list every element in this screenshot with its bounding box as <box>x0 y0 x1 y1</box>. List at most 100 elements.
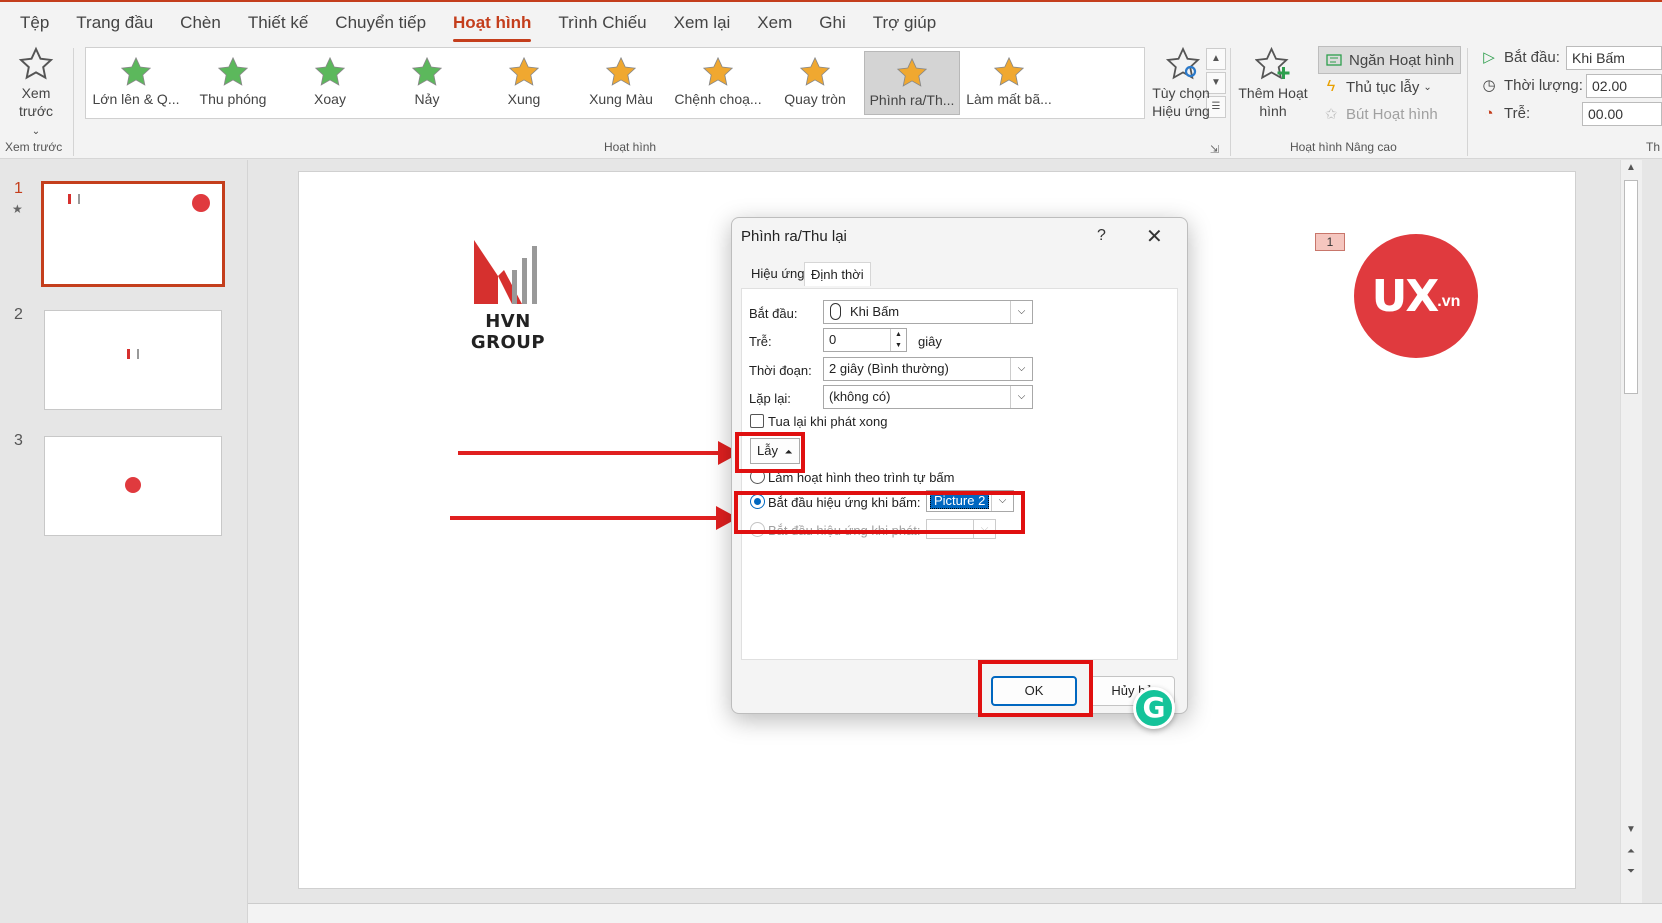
menu-tab[interactable]: Chuyển tiếp <box>335 9 426 37</box>
repeat-select-value: (không có) <box>829 389 891 404</box>
menu-tab[interactable]: Thiết kế <box>248 9 308 37</box>
help-icon[interactable]: ? <box>1097 227 1106 245</box>
animation-star-icon: ★ <box>12 202 23 216</box>
delay-label: Trễ: <box>749 334 772 349</box>
start-select[interactable]: Khi Bấm ⌵ <box>823 300 1033 324</box>
animation-star-icon <box>508 56 540 86</box>
animation-star-icon <box>993 56 1025 86</box>
menu-tab[interactable]: Hoạt hình <box>453 9 532 42</box>
gallery-item[interactable]: Lớn lên & Q... <box>88 51 184 115</box>
animation-star-icon <box>702 56 734 86</box>
hvn-logo-mark-icon <box>474 240 537 304</box>
animation-star-icon <box>217 56 249 86</box>
timing-delay-row: ◔ Trễ: <box>1480 104 1530 122</box>
gallery-item-label: Quay tròn <box>784 91 846 107</box>
effect-options-button[interactable]: Tùy chọn Hiệu ứng <box>1148 46 1218 120</box>
gallery-item[interactable]: Phình ra/Th... <box>864 51 960 115</box>
repeat-select[interactable]: (không có) ⌵ <box>823 385 1033 409</box>
animation-star-icon <box>314 56 346 86</box>
duration-select[interactable]: 2 giây (Bình thường) ⌵ <box>823 357 1033 381</box>
delay-clock-icon: ◔ <box>1484 104 1494 122</box>
slide-thumbnail-2[interactable] <box>44 310 222 410</box>
animation-star-icon <box>411 56 443 86</box>
gallery-item[interactable]: Chệnh choạ... <box>670 51 766 115</box>
gallery-item[interactable]: Làm mất bã... <box>961 51 1057 115</box>
menu-tab[interactable]: Trợ giúp <box>873 9 936 37</box>
scrollbar-thumb[interactable] <box>1624 180 1638 394</box>
animation-pane-button[interactable]: Ngăn Hoạt hình <box>1318 46 1462 74</box>
highlight-triggers <box>735 432 805 473</box>
gallery-item-label: Nảy <box>414 91 440 107</box>
scroll-down-icon[interactable]: ▼ <box>1623 824 1639 835</box>
gallery-item-label: Xung Màu <box>589 91 653 107</box>
ux-vn-logo[interactable]: UX .vn <box>1354 234 1478 358</box>
gallery-item-label: Xung <box>507 91 541 107</box>
menu-tab[interactable]: Trình Chiếu <box>558 9 646 37</box>
ux-logo-mini-icon <box>125 477 141 493</box>
tab-timing[interactable]: Định thời <box>804 262 871 286</box>
gallery-item[interactable]: Xoay <box>282 51 378 115</box>
chevron-down-icon: ⌄ <box>1423 81 1432 93</box>
animation-star-icon <box>120 56 152 86</box>
timing-duration-input[interactable]: 02.00 <box>1586 74 1662 98</box>
repeat-label: Lặp lại: <box>749 391 791 406</box>
group-label-advanced: Hoạt hình Nâng cao <box>1290 140 1397 154</box>
vertical-scrollbar[interactable]: ▲ ▼ ⏶ ⏷ <box>1620 160 1642 903</box>
trigger-button[interactable]: ϟ Thủ tục lẫy ⌄ <box>1322 78 1432 96</box>
start-label: Bắt đầu: <box>749 306 798 321</box>
menu-tab[interactable]: Xem <box>757 9 792 37</box>
menu-tab[interactable]: Trang đầu <box>76 9 153 37</box>
preview-button[interactable]: Xem trước ⌄ <box>6 46 66 141</box>
play-icon: ▷ <box>1483 49 1495 66</box>
gallery-item[interactable]: Quay tròn <box>767 51 863 115</box>
preview-label: Xem trước <box>18 85 54 119</box>
gallery-item[interactable]: Nảy <box>379 51 475 115</box>
slide-thumbnail-1[interactable] <box>41 181 225 287</box>
mouse-icon <box>830 303 841 320</box>
add-animation-button[interactable]: Thêm Hoạt hình <box>1238 46 1308 120</box>
next-slide-icon[interactable]: ⏷ <box>1623 866 1639 877</box>
animation-star-icon <box>896 57 928 87</box>
menu-tab[interactable]: Xem lại <box>674 9 731 37</box>
add-animation-label: Thêm Hoạt hình <box>1238 85 1308 119</box>
group-label-preview: Xem trước <box>5 140 63 154</box>
slide-number-1: 1 <box>14 180 23 197</box>
delay-input[interactable]: 0 ▲ ▼ <box>823 328 907 352</box>
chevron-down-icon: ⌵ <box>1010 358 1032 380</box>
menu-bar: Tệp Trang đầu Chèn Thiết kế Chuyển tiếp Hoạt … <box>0 0 1662 44</box>
tab-effect[interactable]: Hiệu ứng <box>745 262 811 285</box>
chevron-down-icon: ⌵ <box>1010 386 1032 408</box>
animation-gallery: ▲ ▼ ☰ Lớn lên & Q... Thu phóng Xoay Nảy Xung… <box>85 47 1226 119</box>
animation-star-icon <box>605 56 637 86</box>
slide-thumbnail-3[interactable] <box>44 436 222 536</box>
scroll-up-icon[interactable]: ▲ <box>1623 162 1639 173</box>
prev-slide-icon[interactable]: ⏶ <box>1623 846 1639 857</box>
timing-duration-row: ◷ Thời lượng: <box>1480 76 1583 95</box>
grammarly-icon[interactable]: G <box>1133 687 1175 729</box>
animation-order-tag: 1 <box>1315 233 1345 251</box>
menu-tab[interactable]: Tệp <box>20 9 49 37</box>
hvn-group-text: HVN GROUP <box>470 311 546 353</box>
animation-star-icon <box>799 56 831 86</box>
hvn-group-logo[interactable]: HVN GROUP <box>448 240 568 353</box>
animation-pane-icon <box>1325 51 1343 69</box>
gallery-item[interactable]: Xung Màu <box>573 51 669 115</box>
menu-tab[interactable]: Chèn <box>180 9 221 37</box>
animation-painter-button[interactable]: ✩ Bút Hoạt hình <box>1322 105 1438 124</box>
gallery-item[interactable]: Thu phóng <box>185 51 281 115</box>
slide-thumbnails-pane: 1 2 3 <box>0 160 248 923</box>
hvn-logo-mini-icon <box>127 349 139 359</box>
spinner-icon[interactable]: ▲ ▼ <box>890 329 906 351</box>
gallery-item[interactable]: Xung <box>476 51 572 115</box>
timing-start-select[interactable]: Khi Bấm <box>1566 46 1662 70</box>
timing-delay-input[interactable]: 00.00 <box>1582 102 1662 126</box>
dialog-launcher-icon[interactable]: ⇲ <box>1210 143 1219 156</box>
close-icon[interactable]: ✕ <box>1146 224 1163 249</box>
trigger-label: Thủ tục lẫy <box>1346 78 1420 96</box>
duration-label: Thời đoạn: <box>749 363 812 378</box>
timing-duration-label: Thời lượng: <box>1504 76 1583 94</box>
rewind-checkbox[interactable] <box>750 414 764 428</box>
notes-bar[interactable] <box>248 903 1662 923</box>
effect-options-icon <box>1148 46 1218 82</box>
menu-tab[interactable]: Ghi <box>819 9 845 37</box>
